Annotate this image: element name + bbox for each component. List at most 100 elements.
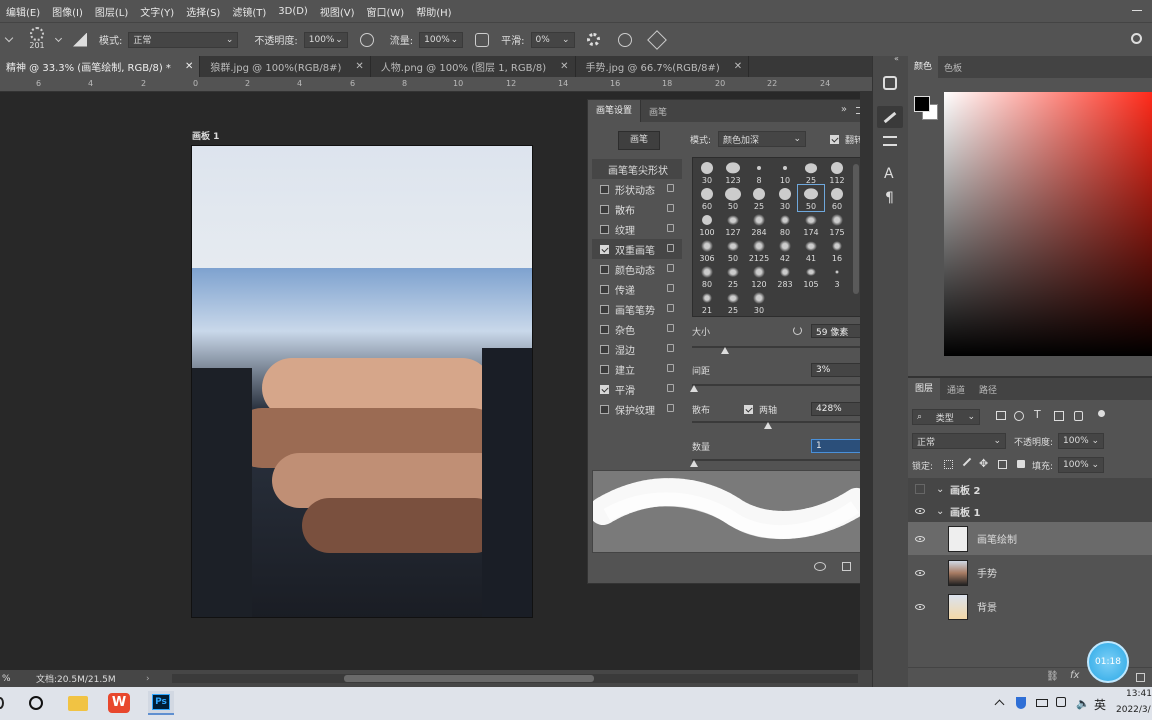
brush-settings-icon[interactable] bbox=[877, 106, 903, 128]
lock-icon[interactable] bbox=[667, 384, 674, 392]
brush-tip-preset[interactable]: 30 bbox=[694, 159, 720, 185]
gear-icon[interactable] bbox=[586, 33, 600, 46]
checkbox[interactable] bbox=[600, 364, 609, 374]
brush-tip-preset[interactable]: 25 bbox=[798, 159, 824, 185]
brush-tip-preset[interactable]: 30 bbox=[746, 289, 772, 315]
count-slider-thumb[interactable] bbox=[690, 460, 698, 467]
lock-artboard-icon[interactable] bbox=[998, 460, 1007, 469]
eye-icon[interactable] bbox=[915, 535, 925, 542]
brush-tip-preset[interactable]: 21 bbox=[694, 289, 720, 315]
input-language[interactable]: 英 bbox=[1094, 696, 1106, 713]
artboard-label[interactable]: 画板 1 bbox=[192, 129, 219, 142]
tab-document-3[interactable]: 人物.png @ 100% (图层 1, RGB/8) ✕ bbox=[371, 56, 576, 77]
brush-tip-preset[interactable]: 8 bbox=[746, 159, 772, 185]
layer-row-gesture[interactable]: 手势 bbox=[908, 556, 1152, 589]
size-slider-thumb[interactable] bbox=[720, 347, 729, 354]
mode-select[interactable]: 正常 ⌄ bbox=[128, 31, 239, 48]
filter-adjustment-icon[interactable] bbox=[1014, 411, 1024, 421]
chevron-down-icon[interactable] bbox=[54, 34, 63, 42]
horizontal-scrollbar[interactable] bbox=[172, 674, 858, 683]
tab-document-2[interactable]: 狼群.jpg @ 100%(RGB/8#) ✕ bbox=[200, 56, 371, 77]
status-arrow-icon[interactable]: › bbox=[146, 674, 150, 684]
menu-window[interactable]: 窗口(W) bbox=[361, 4, 411, 19]
symmetry-icon[interactable] bbox=[646, 29, 667, 50]
battery-icon[interactable] bbox=[1036, 699, 1048, 707]
brush-tip-preset[interactable]: 283 bbox=[772, 263, 798, 289]
brush-tip-preset[interactable]: 80 bbox=[772, 211, 798, 237]
fill-field[interactable]: 100% ⌄ bbox=[1058, 457, 1104, 473]
menu-image[interactable]: 图像(I) bbox=[46, 4, 89, 19]
brush-tip-preset[interactable]: 306 bbox=[694, 237, 720, 263]
menu-help[interactable]: 帮助(H) bbox=[410, 4, 457, 19]
tab-brushes[interactable]: 画笔 bbox=[641, 105, 675, 118]
option-texture[interactable]: 纹理 bbox=[592, 219, 682, 239]
fx-icon[interactable]: fx bbox=[1070, 670, 1079, 681]
brush-tip-preset[interactable]: 284 bbox=[746, 211, 772, 237]
history-icon[interactable] bbox=[883, 76, 897, 90]
cortana-icon[interactable] bbox=[29, 696, 43, 710]
checkbox[interactable] bbox=[600, 224, 609, 234]
checkbox[interactable] bbox=[600, 344, 609, 354]
lock-icon[interactable] bbox=[667, 304, 674, 312]
checkbox[interactable] bbox=[600, 304, 609, 314]
link-layers-icon[interactable]: ⛓ bbox=[1046, 671, 1059, 682]
layer-row-brush-paint[interactable]: 画笔绘制 bbox=[908, 522, 1152, 555]
pressure-size-icon[interactable] bbox=[617, 32, 632, 47]
tips-scrollbar[interactable] bbox=[853, 164, 859, 294]
layer-filter-select[interactable]: ⌕ 类型 ⌄ bbox=[912, 409, 980, 425]
size-slider[interactable] bbox=[692, 346, 864, 348]
close-icon[interactable]: ✕ bbox=[560, 61, 568, 72]
lock-position-icon[interactable]: ✥ bbox=[979, 457, 988, 470]
brush-tip-preset[interactable]: 42 bbox=[772, 237, 798, 263]
collapse-icon[interactable]: » bbox=[841, 104, 847, 115]
tab-brush-settings[interactable]: 画笔设置 bbox=[588, 100, 642, 122]
new-brush-icon[interactable] bbox=[842, 562, 851, 571]
photoshop-icon[interactable]: Ps bbox=[148, 691, 174, 715]
new-layer-icon[interactable] bbox=[1136, 673, 1145, 682]
paragraph-icon[interactable]: ¶ bbox=[885, 190, 894, 206]
menu-3d[interactable]: 3D(D) bbox=[272, 6, 314, 17]
spacing-slider-thumb[interactable] bbox=[690, 385, 698, 392]
option-wet-edges[interactable]: 湿边 bbox=[592, 339, 682, 359]
opacity-field[interactable]: 100% ⌄ bbox=[303, 31, 348, 48]
layer-row-background[interactable]: 背景 bbox=[908, 590, 1152, 623]
brush-tip-preset[interactable]: 174 bbox=[798, 211, 824, 237]
checkbox[interactable] bbox=[600, 404, 609, 414]
layer-row-artboard-2[interactable]: ⌄ 画板 2 bbox=[908, 478, 1152, 500]
checkbox[interactable] bbox=[830, 135, 839, 144]
tray-chevron-up-icon[interactable] bbox=[994, 699, 1005, 710]
brush-tip-preset[interactable]: 41 bbox=[798, 237, 824, 263]
collapse-icon[interactable]: « bbox=[894, 54, 899, 63]
vertical-scrollbar[interactable] bbox=[860, 92, 872, 670]
scroll-thumb[interactable] bbox=[344, 675, 594, 682]
brush-tip-preset[interactable]: 30 bbox=[772, 185, 798, 211]
close-icon[interactable]: ✕ bbox=[185, 61, 193, 72]
lock-icon[interactable] bbox=[667, 204, 674, 212]
lock-icon[interactable] bbox=[667, 264, 674, 272]
menu-view[interactable]: 视图(V) bbox=[314, 4, 361, 19]
option-protect-texture[interactable]: 保护纹理 bbox=[592, 399, 682, 419]
brush-tip-preset[interactable]: 175 bbox=[824, 211, 850, 237]
tab-document-1[interactable]: 精神 @ 33.3% (画笔绘制, RGB/8) * ✕ bbox=[0, 56, 201, 77]
character-icon[interactable]: A bbox=[884, 166, 894, 182]
brush-tip-preset[interactable]: 50 bbox=[720, 185, 746, 211]
wps-icon[interactable]: W bbox=[108, 693, 130, 713]
brush-tip-preset[interactable]: 50 bbox=[720, 237, 746, 263]
brush-tip-preset[interactable]: 112 bbox=[824, 159, 850, 185]
eye-icon[interactable] bbox=[915, 508, 925, 514]
canvas-area[interactable]: 画板 1 画笔设置 画笔 » 画笔 模式: 颜色加深 ⌄ 翻转 画笔笔尖形状 形状… bbox=[0, 92, 872, 670]
brush-tip-preset[interactable]: 25 bbox=[720, 289, 746, 315]
checkbox[interactable] bbox=[600, 184, 609, 194]
pressure-opacity-icon[interactable] bbox=[359, 32, 374, 47]
menu-edit[interactable]: 编辑(E) bbox=[0, 4, 46, 19]
clock-time[interactable]: 13:41 bbox=[1126, 689, 1152, 699]
recording-timer[interactable]: 01:18 bbox=[1087, 641, 1129, 683]
lock-transparent-icon[interactable] bbox=[944, 460, 953, 469]
tip-shape-item[interactable]: 画笔笔尖形状 bbox=[592, 159, 682, 179]
option-dual-brush[interactable]: 双重画笔 bbox=[592, 239, 682, 259]
lock-icon[interactable] bbox=[667, 224, 674, 232]
brush-panel-toggle-icon[interactable] bbox=[73, 32, 87, 47]
brush-tip-preset[interactable]: 60 bbox=[824, 185, 850, 211]
checkbox[interactable] bbox=[600, 244, 609, 254]
doc-info[interactable]: 文档:20.5M/21.5M bbox=[36, 672, 146, 685]
